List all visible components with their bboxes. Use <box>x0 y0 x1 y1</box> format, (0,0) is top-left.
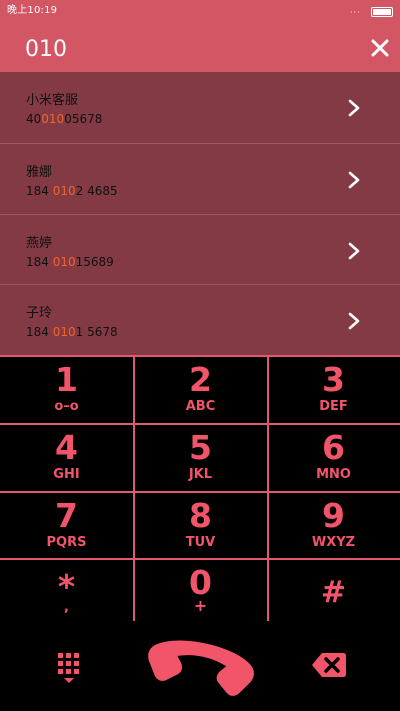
key-2[interactable]: 2 ABC <box>134 357 267 423</box>
key-digit: # <box>320 575 347 610</box>
contact-name: 子玲 <box>26 306 53 321</box>
key-digit: 4 <box>55 428 78 467</box>
key-star[interactable]: * , <box>0 560 133 623</box>
contact-name: 雅娜 <box>26 165 53 180</box>
key-letters: , <box>64 600 69 615</box>
key-letters: MNO <box>316 467 351 482</box>
contact-result-row[interactable]: 雅娜 184 0102 4685 <box>0 144 400 214</box>
key-6[interactable]: 6 MNO <box>267 425 400 491</box>
contact-name: 小米客服 <box>26 93 79 108</box>
dial-action-bar <box>0 621 400 711</box>
signal-dots-icon: ··· <box>350 8 361 17</box>
status-time: 晚上10:19 <box>7 5 58 16</box>
contact-result-row[interactable]: 小米客服 4001005678 <box>0 72 400 142</box>
key-9[interactable]: 9 WXYZ <box>267 493 400 559</box>
key-hash[interactable]: # <box>267 560 400 623</box>
chevron-right-icon[interactable] <box>346 311 362 331</box>
contact-number: 184 01015689 <box>26 255 114 269</box>
key-letters: PQRS <box>46 535 87 550</box>
key-digit: 7 <box>55 496 78 535</box>
key-letters: GHI <box>53 467 80 482</box>
backspace-icon[interactable] <box>311 651 347 679</box>
key-digit: 3 <box>322 360 345 399</box>
key-letters: + <box>193 596 208 615</box>
phone-handset-icon[interactable] <box>142 633 260 697</box>
key-1[interactable]: 1 o–o <box>0 357 133 423</box>
key-digit: 9 <box>322 496 345 535</box>
chevron-right-icon[interactable] <box>346 241 362 261</box>
key-4[interactable]: 4 GHI <box>0 425 133 491</box>
voicemail-icon: o–o <box>54 399 79 414</box>
key-3[interactable]: 3 DEF <box>267 357 400 423</box>
number-match-highlight: 010 <box>41 112 65 126</box>
key-letters: WXYZ <box>311 535 356 550</box>
chevron-right-icon[interactable] <box>346 170 362 190</box>
key-letters: ABC <box>185 399 216 414</box>
number-match-highlight: 010 <box>52 325 76 339</box>
key-digit: 6 <box>322 428 345 467</box>
dialed-number[interactable]: 010 <box>25 37 67 63</box>
close-icon[interactable] <box>366 34 394 62</box>
contact-number: 184 0101 5678 <box>26 325 118 339</box>
dial-header: 010 <box>0 24 400 72</box>
dialpad-icon[interactable] <box>56 651 82 685</box>
key-5[interactable]: 5 JKL <box>134 425 267 491</box>
contact-result-row[interactable]: 燕婷 184 01015689 <box>0 215 400 285</box>
number-match-highlight: 010 <box>52 255 76 269</box>
contact-number: 4001005678 <box>26 112 103 126</box>
chevron-right-icon[interactable] <box>346 98 362 118</box>
contact-number: 184 0102 4685 <box>26 184 118 198</box>
key-letters: TUV <box>185 535 216 550</box>
key-digit: 2 <box>189 360 212 399</box>
key-8[interactable]: 8 TUV <box>134 493 267 559</box>
number-match-highlight: 010 <box>52 184 76 198</box>
battery-icon <box>371 7 393 17</box>
key-digit: 8 <box>189 496 212 535</box>
key-letters: JKL <box>188 467 213 482</box>
status-bar: 晚上10:19 ··· <box>0 0 400 24</box>
contact-name: 燕婷 <box>26 236 53 251</box>
contact-results-list: 小米客服 4001005678 雅娜 184 0102 4685 燕婷 184 … <box>0 72 400 355</box>
key-letters: DEF <box>319 399 348 414</box>
dial-keypad: 1 o–o 2 ABC 3 DEF 4 GHI 5 JKL 6 MNO 7 PQ… <box>0 355 400 623</box>
key-0[interactable]: 0 + <box>134 560 267 623</box>
key-7[interactable]: 7 PQRS <box>0 493 133 559</box>
contact-result-row[interactable]: 子玲 184 0101 5678 <box>0 285 400 355</box>
key-digit: 5 <box>189 428 212 467</box>
key-digit: 1 <box>55 360 78 399</box>
